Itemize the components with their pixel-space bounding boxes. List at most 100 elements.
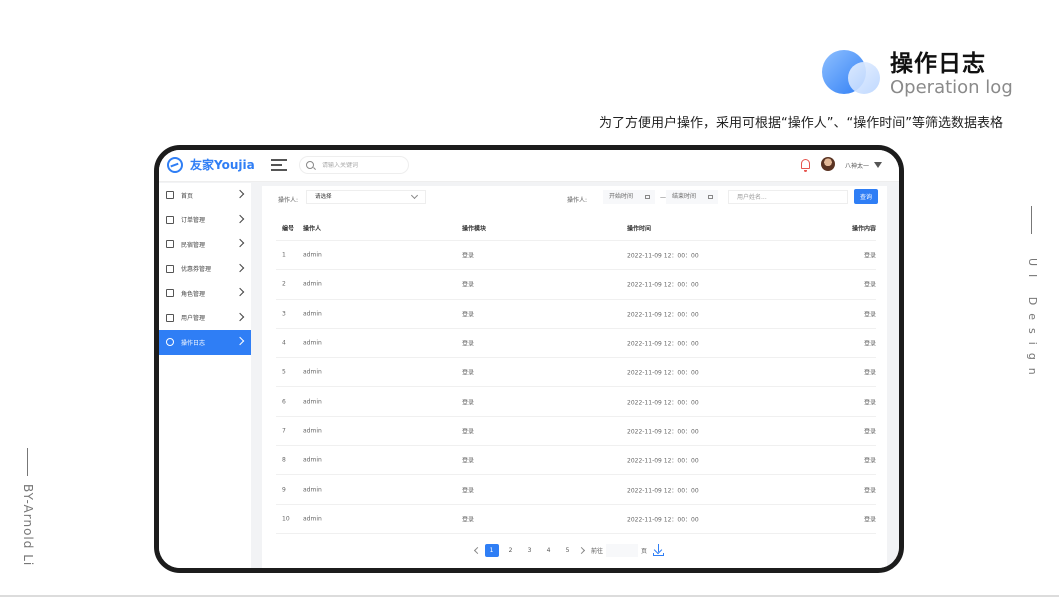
sidebar-item-roles[interactable]: 角色管理 [159, 281, 251, 306]
brand[interactable]: 友家Youjia [167, 156, 255, 173]
cell-content: 登录 [863, 281, 876, 289]
cell-time: 2022-11-09 12：00：00 [627, 516, 699, 524]
table-row[interactable]: 10 admin 登录 2022-11-09 12：00：00 登录 [276, 505, 876, 534]
chevron-right-icon [235, 189, 245, 199]
cell-operator: admin [303, 310, 322, 318]
home-icon [166, 191, 174, 200]
cell-content: 登录 [863, 428, 876, 436]
chevron-right-icon [235, 312, 245, 321]
sidebar-item-users[interactable]: 用户管理 [159, 306, 251, 331]
cell-module: 登录 [462, 457, 475, 465]
brand-logo-icon [167, 156, 183, 173]
query-button[interactable]: 查询 [854, 189, 878, 204]
end-date-picker[interactable]: 结束时间 [666, 190, 718, 204]
cell-module: 登录 [462, 281, 475, 289]
prev-page-icon[interactable] [472, 544, 482, 556]
goto-label: 前往 [591, 547, 604, 555]
search-box[interactable] [299, 156, 409, 174]
sidebar-item-label: 操作日志 [181, 339, 206, 347]
calendar-icon [645, 195, 650, 199]
side-label-left: BY-Arnold Li [21, 484, 35, 567]
page-5[interactable]: 5 [561, 544, 575, 557]
operator-select[interactable]: 请选择 [306, 190, 426, 204]
sidebar-item-coupons[interactable]: 优惠券管理 [159, 257, 251, 282]
page-1[interactable]: 1 [484, 543, 499, 557]
logo-blob-icon [822, 50, 880, 94]
header-operator: 操作人 [303, 225, 322, 233]
cell-time: 2022-11-09 12：00：00 [627, 281, 699, 289]
cell-operator: admin [303, 486, 322, 494]
cell-id: 8 [282, 456, 286, 464]
end-date-placeholder: 结束时间 [672, 193, 697, 200]
bell-icon[interactable] [801, 159, 810, 172]
user-name-input[interactable] [728, 190, 848, 204]
table-row[interactable]: 2 admin 登录 2022-11-09 12：00：00 登录 [276, 270, 876, 300]
cell-id: 7 [282, 427, 286, 435]
table-row[interactable]: 3 admin 登录 2022-11-09 12：00：00 登录 [276, 300, 876, 329]
cell-module: 登录 [462, 340, 475, 348]
page-unit-label: 页 [641, 547, 648, 555]
cell-time: 2022-11-09 12：00：00 [627, 487, 699, 495]
order-icon [166, 215, 174, 224]
sidebar-item-label: 用户管理 [181, 315, 206, 323]
cell-content: 登录 [863, 252, 876, 260]
cell-time: 2022-11-09 12：00：00 [627, 457, 699, 465]
page-2[interactable]: 2 [504, 544, 518, 557]
operator-select-value: 请选择 [315, 194, 332, 200]
device-frame: 友家Youjia 八神太一 首页 [154, 145, 904, 573]
next-page-icon[interactable] [577, 544, 587, 556]
cell-time: 2022-11-09 12：00：00 [627, 428, 699, 436]
table-row[interactable]: 8 admin 登录 2022-11-09 12：00：00 登录 [276, 446, 876, 476]
cell-operator: admin [303, 339, 322, 347]
cell-content: 登录 [863, 516, 876, 524]
sidebar-item-homestays[interactable]: 民宿管理 [159, 232, 251, 257]
cell-time: 2022-11-09 12：00：00 [627, 399, 699, 407]
cell-time: 2022-11-09 12：00：00 [627, 340, 699, 348]
sidebar-item-label: 民宿管理 [181, 241, 206, 249]
sidebar-item-label: 角色管理 [181, 290, 206, 298]
table-row[interactable]: 7 admin 登录 2022-11-09 12：00：00 登录 [276, 417, 876, 447]
pagination: 1 2 3 4 5 前往 页 [472, 543, 665, 557]
cell-module: 登录 [462, 369, 475, 377]
caret-down-icon[interactable] [874, 162, 882, 168]
cell-id: 9 [282, 486, 286, 494]
building-icon [166, 240, 174, 249]
download-icon[interactable] [653, 544, 665, 556]
chevron-right-icon [235, 263, 245, 272]
search-icon [306, 161, 314, 169]
content-card: 操作人: 请选择 操作人: 开始时间 — 结束时间 用户姓名... 查询 编号 … [262, 186, 887, 568]
page-4[interactable]: 4 [542, 544, 556, 557]
start-date-picker[interactable]: 开始时间 [603, 190, 655, 204]
cell-content: 登录 [863, 457, 876, 465]
table-row[interactable]: 1 admin 登录 2022-11-09 12：00：00 登录 [276, 241, 876, 271]
sidebar-item-operation-log[interactable]: 操作日志 [159, 330, 251, 355]
chevron-down-icon [410, 191, 419, 200]
table-row[interactable]: 4 admin 登录 2022-11-09 12：00：00 登录 [276, 329, 876, 359]
slide: 操作日志 Operation log 为了方便用户操作，采用可根据“操作人”、“… [0, 0, 1059, 600]
page-3[interactable]: 3 [523, 544, 537, 557]
avatar[interactable] [821, 157, 835, 171]
user-name[interactable]: 八神太一 [845, 161, 869, 170]
sidebar-item-home[interactable]: 首页 [159, 183, 251, 208]
page-description: 为了方便用户操作，采用可根据“操作人”、“操作时间”等筛选数据表格 [599, 116, 1003, 131]
cell-content: 登录 [863, 311, 876, 319]
chevron-right-icon [235, 336, 245, 346]
cell-time: 2022-11-09 12：00：00 [627, 252, 699, 260]
cell-module: 登录 [462, 516, 475, 524]
cell-operator: admin [303, 280, 322, 288]
cell-operator: admin [303, 251, 322, 259]
side-divider-right [1031, 206, 1032, 234]
cell-module: 登录 [462, 399, 475, 407]
cell-id: 1 [282, 251, 286, 259]
search-input[interactable] [322, 161, 402, 169]
coupon-icon [166, 264, 174, 273]
menu-toggle-icon[interactable] [271, 159, 287, 171]
goto-page-input[interactable] [606, 543, 639, 557]
table-row[interactable]: 9 admin 登录 2022-11-09 12：00：00 登录 [276, 475, 876, 505]
table-row[interactable]: 6 admin 登录 2022-11-09 12：00：00 登录 [276, 387, 876, 417]
cell-content: 登录 [863, 369, 876, 377]
table-row[interactable]: 5 admin 登录 2022-11-09 12：00：00 登录 [276, 358, 876, 388]
side-label-right: UI Design [1026, 258, 1039, 383]
sidebar-item-orders[interactable]: 订单管理 [159, 208, 251, 233]
time-filter-label: 操作人: [567, 197, 588, 204]
